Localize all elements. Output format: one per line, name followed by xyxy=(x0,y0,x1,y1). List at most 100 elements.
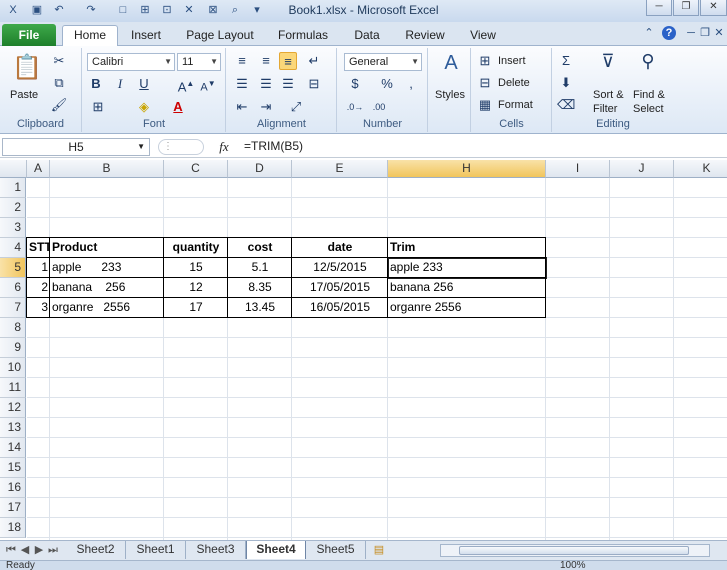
number-format-combo[interactable]: General ▼ xyxy=(344,53,422,71)
table-cell[interactable]: 2 xyxy=(27,278,50,298)
table-cell[interactable]: 5.1 xyxy=(228,258,292,278)
sheet-tab-sheet4[interactable]: Sheet4 xyxy=(246,541,306,559)
decrease-decimal-icon[interactable]: .00 xyxy=(370,98,388,116)
tab-home[interactable]: Home xyxy=(62,25,118,46)
shrink-font-icon[interactable]: A▼ xyxy=(199,75,217,94)
sort-filter-icon[interactable]: ⊽ xyxy=(595,52,621,80)
sheet-tab-sheet2[interactable]: Sheet2 xyxy=(66,541,126,559)
column-header-h[interactable]: H xyxy=(388,160,546,178)
underline-icon[interactable]: U xyxy=(135,75,153,93)
table-cell[interactable]: organre 2556 xyxy=(388,298,546,318)
select-all-corner[interactable] xyxy=(0,160,27,178)
header-cell[interactable]: Product xyxy=(50,238,164,258)
increase-indent-icon[interactable]: ⇥ xyxy=(257,98,275,116)
minimize-button[interactable]: ─ xyxy=(646,0,672,16)
tab-formulas[interactable]: Formulas xyxy=(272,26,334,46)
header-cell[interactable]: STT xyxy=(27,238,50,258)
tab-page-layout[interactable]: Page Layout xyxy=(184,26,256,46)
first-sheet-icon[interactable]: ⏮ xyxy=(4,543,18,557)
horizontal-scrollbar[interactable] xyxy=(440,544,710,557)
column-header-k[interactable]: K xyxy=(674,160,727,178)
insert-button[interactable]: Insert xyxy=(498,54,526,68)
align-top-icon[interactable]: ≡ xyxy=(233,52,251,70)
row-header-12[interactable]: 12 xyxy=(0,398,26,418)
column-header-d[interactable]: D xyxy=(228,160,292,178)
sheet-tab-sheet5[interactable]: Sheet5 xyxy=(306,541,366,559)
row-header-16[interactable]: 16 xyxy=(0,478,26,498)
cut-icon[interactable]: ✂ xyxy=(50,52,68,70)
font-color-icon[interactable]: A xyxy=(169,98,187,116)
insert-function-button[interactable]: fx xyxy=(214,138,234,156)
copy-icon[interactable]: ⧉ xyxy=(50,74,68,92)
row-header-17[interactable]: 17 xyxy=(0,498,26,518)
header-cell[interactable]: date xyxy=(292,238,388,258)
formula-input[interactable]: =TRIM(B5) xyxy=(240,138,725,156)
column-header-b[interactable]: B xyxy=(50,160,164,178)
table-cell[interactable]: 15 xyxy=(164,258,228,278)
clear-icon[interactable]: ⌫ xyxy=(557,96,575,114)
close-button[interactable]: ✕ xyxy=(700,0,727,16)
format-cells-icon[interactable]: ▦ xyxy=(476,96,494,114)
decrease-indent-icon[interactable]: ⇤ xyxy=(233,98,251,116)
delete-cells-icon[interactable]: ⊟ xyxy=(476,74,494,92)
row-header-15[interactable]: 15 xyxy=(0,458,26,478)
last-sheet-icon[interactable]: ⏭ xyxy=(46,543,60,557)
paste-icon[interactable]: 📋 xyxy=(12,52,42,84)
fill-color-icon[interactable]: ◈ xyxy=(135,98,153,116)
paste-button[interactable]: Paste xyxy=(10,88,38,102)
table-cell[interactable]: banana 256 xyxy=(388,278,546,298)
row-header-4[interactable]: 4 xyxy=(0,238,26,258)
align-left-icon[interactable]: ☰ xyxy=(233,75,251,93)
tab-file[interactable]: File xyxy=(2,24,56,46)
styles-button[interactable]: Styles xyxy=(435,88,465,102)
formula-buttons[interactable]: ⋮ xyxy=(158,139,204,155)
row-header-11[interactable]: 11 xyxy=(0,378,26,398)
delete-button[interactable]: Delete xyxy=(498,76,530,90)
row-header-9[interactable]: 9 xyxy=(0,338,26,358)
row-header-1[interactable]: 1 xyxy=(0,178,26,198)
prev-sheet-icon[interactable]: ◀ xyxy=(18,543,32,557)
row-header-3[interactable]: 3 xyxy=(0,218,26,238)
row-header-7[interactable]: 7 xyxy=(0,298,26,318)
column-header-a[interactable]: A xyxy=(27,160,50,178)
table-cell[interactable]: 3 xyxy=(27,298,50,318)
zoom-level[interactable]: 100% xyxy=(560,561,586,570)
tab-view[interactable]: View xyxy=(464,26,502,46)
row-header-8[interactable]: 8 xyxy=(0,318,26,338)
format-button[interactable]: Format xyxy=(498,98,533,112)
help-icon[interactable]: ? xyxy=(662,26,676,40)
orientation-icon[interactable]: ⤢ xyxy=(287,98,305,116)
doc-close-icon[interactable]: ✕ xyxy=(712,26,726,40)
row-header-2[interactable]: 2 xyxy=(0,198,26,218)
autosum-icon[interactable]: Σ xyxy=(557,52,575,70)
row-header-10[interactable]: 10 xyxy=(0,358,26,378)
minimize-ribbon-icon[interactable]: ⌃ xyxy=(642,26,656,40)
border-icon[interactable]: ⊞ xyxy=(89,98,107,116)
font-size-combo[interactable]: 11 ▼ xyxy=(177,53,221,71)
tab-review[interactable]: Review xyxy=(402,26,448,46)
insert-sheet-icon[interactable]: ▤ xyxy=(372,543,386,557)
italic-icon[interactable]: I xyxy=(111,75,129,93)
row-header-5[interactable]: 5 xyxy=(0,258,26,278)
header-cell[interactable]: cost xyxy=(228,238,292,258)
fill-icon[interactable]: ⬇ xyxy=(557,74,575,92)
scroll-thumb[interactable] xyxy=(459,546,689,555)
table-cell[interactable]: banana 256 xyxy=(50,278,164,298)
table-cell[interactable]: 12 xyxy=(164,278,228,298)
align-bottom-icon[interactable]: ≡ xyxy=(279,52,297,70)
doc-restore-icon[interactable]: ❐ xyxy=(698,26,712,40)
currency-icon[interactable]: $ xyxy=(346,75,364,93)
align-middle-icon[interactable]: ≡ xyxy=(257,52,275,70)
font-name-combo[interactable]: Calibri ▼ xyxy=(87,53,175,71)
increase-decimal-icon[interactable]: .0→ xyxy=(346,98,364,116)
table-cell[interactable]: apple 233 xyxy=(50,258,164,278)
wrap-text-icon[interactable]: ↵ xyxy=(305,52,323,70)
table-cell[interactable]: organre 2556 xyxy=(50,298,164,318)
insert-cells-icon[interactable]: ⊞ xyxy=(476,52,494,70)
align-right-icon[interactable]: ☰ xyxy=(279,75,297,93)
row-header-18[interactable]: 18 xyxy=(0,518,26,538)
table-cell[interactable]: 17/05/2015 xyxy=(292,278,388,298)
row-header-13[interactable]: 13 xyxy=(0,418,26,438)
tab-data[interactable]: Data xyxy=(348,26,386,46)
table-cell[interactable]: 13.45 xyxy=(228,298,292,318)
